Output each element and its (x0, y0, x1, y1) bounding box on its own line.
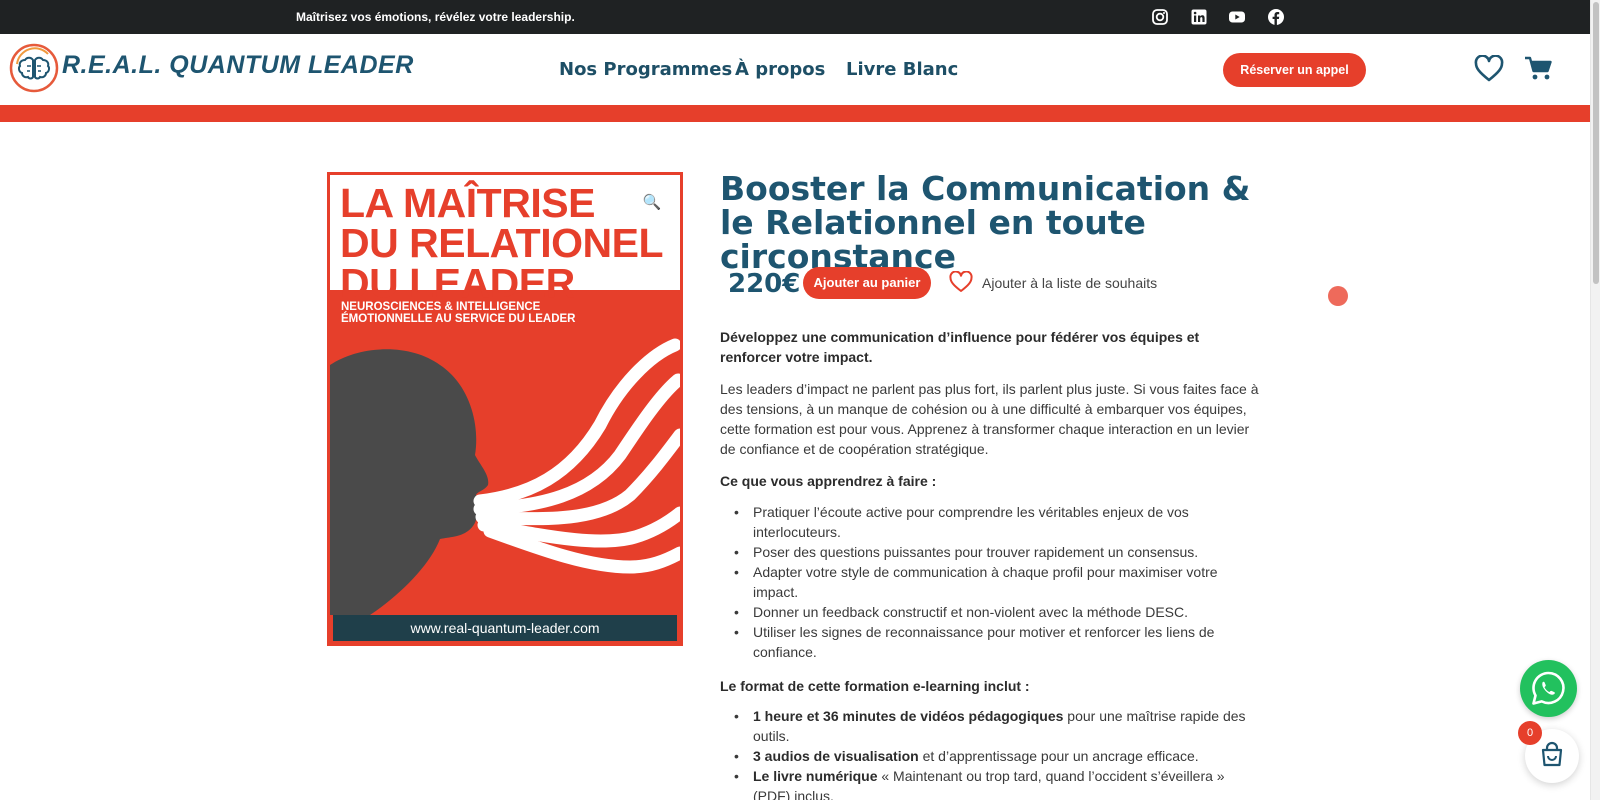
top-bar: Maîtrisez vos émotions, révélez votre le… (0, 0, 1590, 34)
cart-icon[interactable] (1524, 55, 1554, 83)
list-item: 1 heure et 36 minutes de vidéos pédagogi… (720, 706, 1260, 746)
youtube-icon[interactable] (1228, 8, 1246, 26)
site-logo-text[interactable]: R.E.A.L. QUANTUM LEADER (62, 51, 414, 80)
cover-title-area: LA MAÎTRISE DU RELATIONEL DU LEADER (330, 175, 680, 304)
tagline: Maîtrisez vos émotions, révélez votre le… (296, 10, 575, 24)
product-title: Booster la Communication & le Relationne… (720, 169, 1251, 276)
whatsapp-chat-button[interactable] (1520, 660, 1577, 717)
nav-programmes[interactable]: Nos Programmes (559, 59, 732, 80)
format-item-strong: 1 heure et 36 minutes de vidéos pédagogi… (753, 708, 1064, 724)
cover-title-line: DU RELATIONEL (340, 220, 664, 266)
wishlist-heart-icon[interactable] (949, 270, 973, 293)
cover-title-line: DU LEADER (340, 260, 575, 306)
instagram-icon[interactable] (1151, 8, 1169, 26)
cover-footer-url: www.real-quantum-leader.com (333, 615, 677, 641)
format-item-text: et d’apprentissage pour un ancrage effic… (918, 748, 1199, 764)
cover-subtitle-line: ÉMOTIONNELLE AU SERVICE DU LEADER (341, 313, 576, 325)
cover-subtitle: NEUROSCIENCES & INTELLIGENCE ÉMOTIONNELL… (341, 301, 671, 325)
list-item: Donner un feedback constructif et non-vi… (720, 602, 1260, 622)
site-header: R.E.A.L. QUANTUM LEADER Nos Programmes À… (0, 34, 1590, 105)
brain-logo-icon[interactable] (8, 42, 60, 94)
add-to-wishlist-link[interactable]: Ajouter à la liste de souhaits (982, 275, 1157, 291)
format-list: 1 heure et 36 minutes de vidéos pédagogi… (720, 706, 1260, 800)
format-item-strong: Le livre numérique (753, 768, 878, 784)
format-item-strong: 3 audios de visualisation (753, 748, 919, 764)
speaking-head-illustration (330, 338, 680, 615)
facebook-icon[interactable] (1267, 8, 1285, 26)
linkedin-icon[interactable] (1190, 8, 1208, 26)
page-scrollbar[interactable] (1590, 0, 1600, 800)
format-heading: Le format de cette formation e-learning … (720, 678, 1030, 694)
header-accent-band (0, 105, 1590, 122)
list-item: Le livre numérique « Maintenant ou trop … (720, 766, 1260, 800)
floating-dot (1328, 286, 1348, 306)
list-item: Utiliser les signes de reconnaissance po… (720, 622, 1260, 662)
nav-livre-blanc[interactable]: Livre Blanc (846, 59, 958, 80)
learn-list: Pratiquer l’écoute active pour comprendr… (720, 502, 1260, 662)
product-price: 220€ (728, 269, 801, 299)
list-item: Poser des questions puissantes pour trou… (720, 542, 1260, 562)
list-item: Pratiquer l’écoute active pour comprendr… (720, 502, 1260, 542)
list-item: 3 audios de visualisation et d’apprentis… (720, 746, 1260, 766)
zoom-magnifier-icon[interactable]: 🔍 (636, 187, 668, 219)
product-intro: Les leaders d’impact ne parlent pas plus… (720, 381, 1259, 457)
list-item: Adapter votre style de communication à c… (720, 562, 1260, 602)
wishlist-heart-icon[interactable] (1474, 54, 1504, 83)
cover-title-line: LA MAÎTRISE (340, 180, 595, 226)
product-lead: Développez une communication d’influence… (720, 329, 1200, 365)
add-to-cart-button[interactable]: Ajouter au panier (803, 267, 931, 299)
nav-a-propos[interactable]: À propos (735, 59, 825, 80)
cover-title: LA MAÎTRISE DU RELATIONEL DU LEADER (340, 180, 670, 306)
book-call-button[interactable]: Réserver un appel (1223, 53, 1366, 87)
learn-heading: Ce que vous apprendrez à faire : (720, 473, 937, 489)
cart-count-badge: 0 (1518, 721, 1542, 745)
product-cover-image[interactable]: LA MAÎTRISE DU RELATIONEL DU LEADER NEUR… (327, 172, 683, 646)
scrollbar-thumb[interactable] (1593, 2, 1599, 284)
cover-subtitle-line: NEUROSCIENCES & INTELLIGENCE (341, 301, 541, 313)
